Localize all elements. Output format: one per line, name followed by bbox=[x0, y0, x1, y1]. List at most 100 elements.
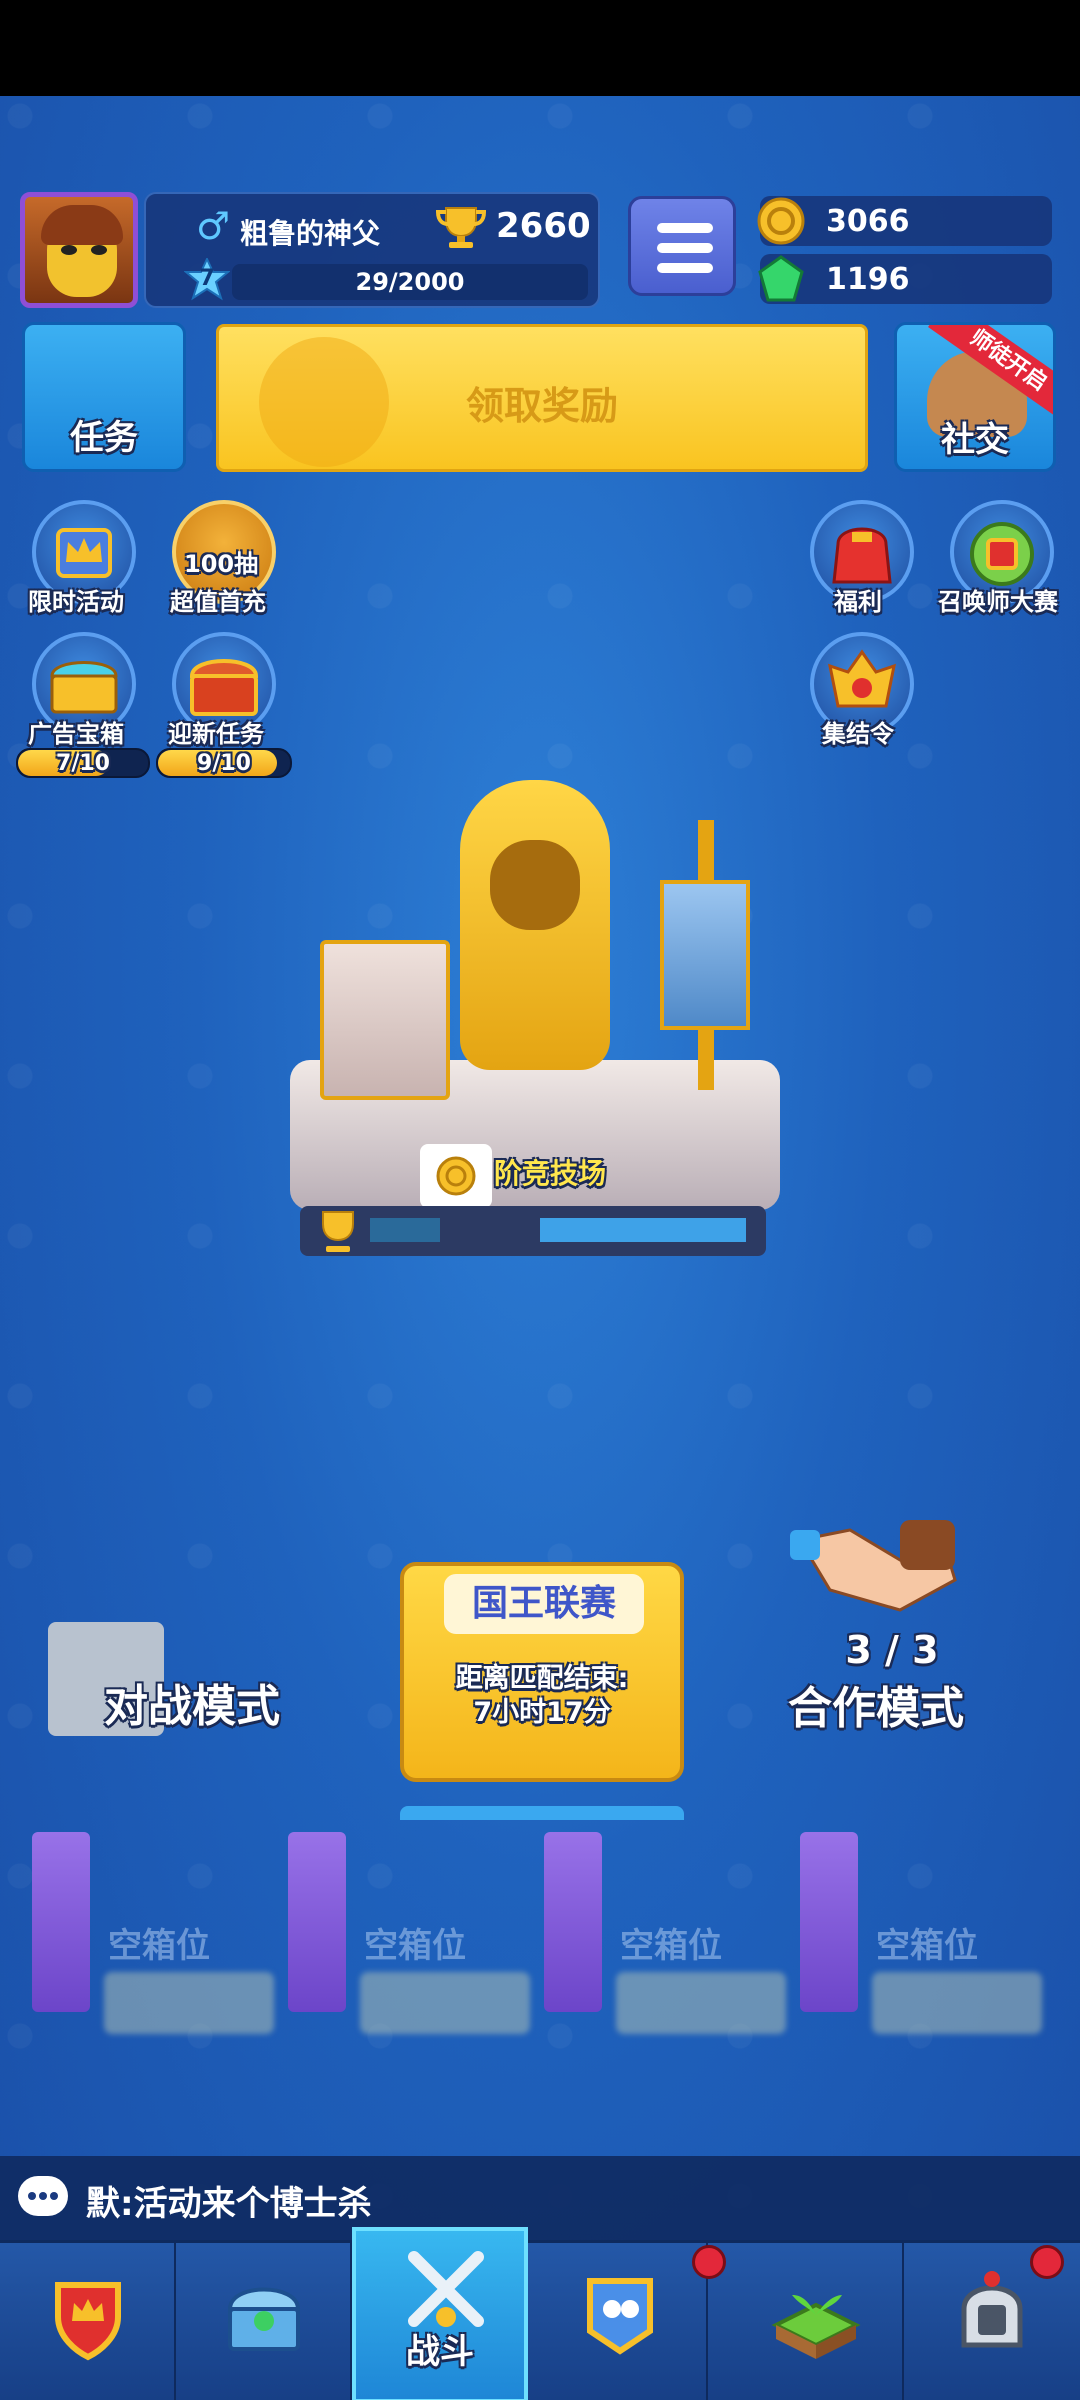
sprout-island-icon bbox=[771, 2295, 861, 2359]
new-task-progress-text: 9/10 bbox=[197, 751, 251, 776]
league-countdown-line1: 距离匹配结束: bbox=[455, 1663, 629, 1694]
chat-dot bbox=[28, 2192, 36, 2200]
chest-slot[interactable]: 空箱位 bbox=[790, 1832, 1042, 2034]
chat-bar[interactable]: 默:活动来个博士杀 bbox=[0, 2156, 1080, 2240]
menu-icon bbox=[657, 263, 713, 273]
nav-battle-label: 战斗 bbox=[406, 2332, 474, 2372]
nav-shop[interactable] bbox=[176, 2243, 352, 2400]
rally-label: 集结令 bbox=[822, 720, 894, 748]
notification-dot bbox=[692, 2245, 726, 2279]
arena-illustration[interactable] bbox=[280, 760, 800, 1280]
menu-button[interactable] bbox=[628, 196, 736, 296]
chest-slot-footer bbox=[872, 1972, 1042, 2034]
nav-rank[interactable] bbox=[0, 2243, 176, 2400]
battle-mode-button[interactable]: 对战模式 bbox=[48, 1620, 340, 1760]
nav-garden[interactable] bbox=[728, 2243, 904, 2400]
chest-slot-label: 空箱位 bbox=[108, 1926, 210, 1966]
gold-display[interactable]: 3066 bbox=[757, 196, 1052, 246]
chest-slot[interactable]: 空箱位 bbox=[534, 1832, 786, 2034]
coop-count: 3 / 3 bbox=[845, 1628, 939, 1672]
trophy-count: 2660 bbox=[496, 206, 591, 246]
avatar-eye bbox=[91, 245, 107, 255]
bottom-nav: 战斗 bbox=[0, 2227, 1080, 2400]
gender-icon: ♂ bbox=[196, 204, 231, 248]
avatar-eye bbox=[61, 245, 77, 255]
chat-bubble-icon bbox=[18, 2176, 68, 2216]
shop-chest-icon bbox=[227, 2287, 301, 2351]
trophy-icon bbox=[436, 207, 486, 248]
notification-dot bbox=[1030, 2245, 1064, 2279]
claim-reward-button[interactable]: 领取奖励 bbox=[216, 324, 868, 472]
menu-icon bbox=[657, 223, 713, 233]
first-recharge-label: 超值首充 bbox=[170, 588, 266, 616]
social-label: 社交 bbox=[941, 420, 1009, 460]
arena-banner bbox=[660, 880, 750, 1030]
gem-amount: 1196 bbox=[826, 262, 910, 297]
limited-event-label: 限时活动 bbox=[28, 588, 124, 616]
menu-icon bbox=[657, 243, 713, 253]
ad-chest-progress: 7/10 bbox=[16, 748, 150, 778]
arena-trophy-progress bbox=[300, 1206, 766, 1256]
player-avatar[interactable] bbox=[20, 192, 138, 308]
chat-dot bbox=[39, 2192, 47, 2200]
arena-coin-badge bbox=[420, 1144, 492, 1208]
task-button[interactable]: 任务 bbox=[22, 322, 186, 472]
ad-chest-label: 广告宝箱 bbox=[28, 720, 124, 748]
coin-icon bbox=[436, 1156, 476, 1196]
chest-slot-tab bbox=[32, 1832, 90, 2012]
social-button[interactable]: 师徒开启 社交 bbox=[894, 322, 1056, 472]
profile-panel: ♂ 粗鲁的神父 2660 7 29/2000 bbox=[144, 192, 600, 308]
chest-slot-footer bbox=[360, 1972, 530, 2034]
league-bar bbox=[400, 1806, 684, 1820]
player-profile[interactable]: ♂ 粗鲁的神父 2660 7 29/2000 bbox=[20, 192, 600, 308]
new-task-label: 迎新任务 bbox=[168, 720, 264, 748]
avatar-hair bbox=[41, 205, 123, 245]
knight-visor bbox=[490, 840, 580, 930]
king-league-title: 国王联赛 bbox=[444, 1574, 644, 1634]
king-league-button[interactable]: 国王联赛 距离匹配结束: 7小时17分 bbox=[400, 1562, 684, 1782]
chest-slot[interactable]: 空箱位 bbox=[22, 1832, 274, 2034]
gem-icon bbox=[758, 255, 804, 302]
gold-amount: 3066 bbox=[826, 204, 910, 239]
league-countdown-line2: 7小时17分 bbox=[473, 1697, 611, 1728]
chest-slot-label: 空箱位 bbox=[364, 1926, 466, 1966]
chest-slot-label: 空箱位 bbox=[620, 1926, 722, 1966]
knight-helmet-icon bbox=[961, 2271, 1023, 2348]
arena-progress-segment bbox=[370, 1218, 440, 1242]
chest-slot-footer bbox=[616, 1972, 786, 2034]
claim-reward-label: 领取奖励 bbox=[465, 384, 618, 428]
nav-guild[interactable] bbox=[532, 2243, 708, 2400]
chest-slot[interactable]: 空箱位 bbox=[278, 1832, 530, 2034]
summoner-contest-label: 召唤师大赛 bbox=[938, 588, 1058, 616]
first-recharge-badge: 100抽 bbox=[184, 550, 259, 578]
chest-slot-footer bbox=[104, 1972, 274, 2034]
gold-coin-icon bbox=[757, 197, 805, 245]
arena-progress-segment bbox=[540, 1218, 746, 1242]
level-number: 7 bbox=[199, 266, 215, 291]
chat-message: 默:活动来个博士杀 bbox=[86, 2184, 372, 2224]
level-badge: 7 bbox=[183, 256, 231, 304]
xp-bar: 29/2000 bbox=[232, 264, 588, 300]
chest-slot-label: 空箱位 bbox=[876, 1926, 978, 1966]
xp-text: 29/2000 bbox=[355, 268, 465, 296]
chest-slot-tab bbox=[544, 1832, 602, 2012]
crown-shield-icon bbox=[55, 2282, 121, 2361]
arena-name: 阶竞技场 bbox=[494, 1157, 607, 1190]
battle-mode-label: 对战模式 bbox=[104, 1681, 280, 1732]
guild-banner-icon bbox=[587, 2278, 653, 2355]
chat-dot bbox=[50, 2192, 58, 2200]
status-bar bbox=[0, 0, 1080, 96]
handshake-icon bbox=[790, 1520, 957, 1612]
chest-slot-tab bbox=[288, 1832, 346, 2012]
chest-slot-tab bbox=[800, 1832, 858, 2012]
coop-mode-label: 合作模式 bbox=[788, 1683, 964, 1734]
welfare-label: 福利 bbox=[834, 588, 882, 616]
ad-chest-progress-text: 7/10 bbox=[56, 751, 110, 776]
task-label: 任务 bbox=[70, 418, 138, 458]
new-task-progress: 9/10 bbox=[156, 748, 292, 778]
coop-mode-button[interactable]: 3 / 3 合作模式 bbox=[760, 1500, 1060, 1734]
trophy-icon bbox=[322, 1211, 354, 1252]
nav-battle[interactable]: 战斗 bbox=[352, 2227, 528, 2400]
arena-tower bbox=[320, 940, 450, 1100]
gem-display[interactable]: 1196 bbox=[758, 254, 1052, 304]
